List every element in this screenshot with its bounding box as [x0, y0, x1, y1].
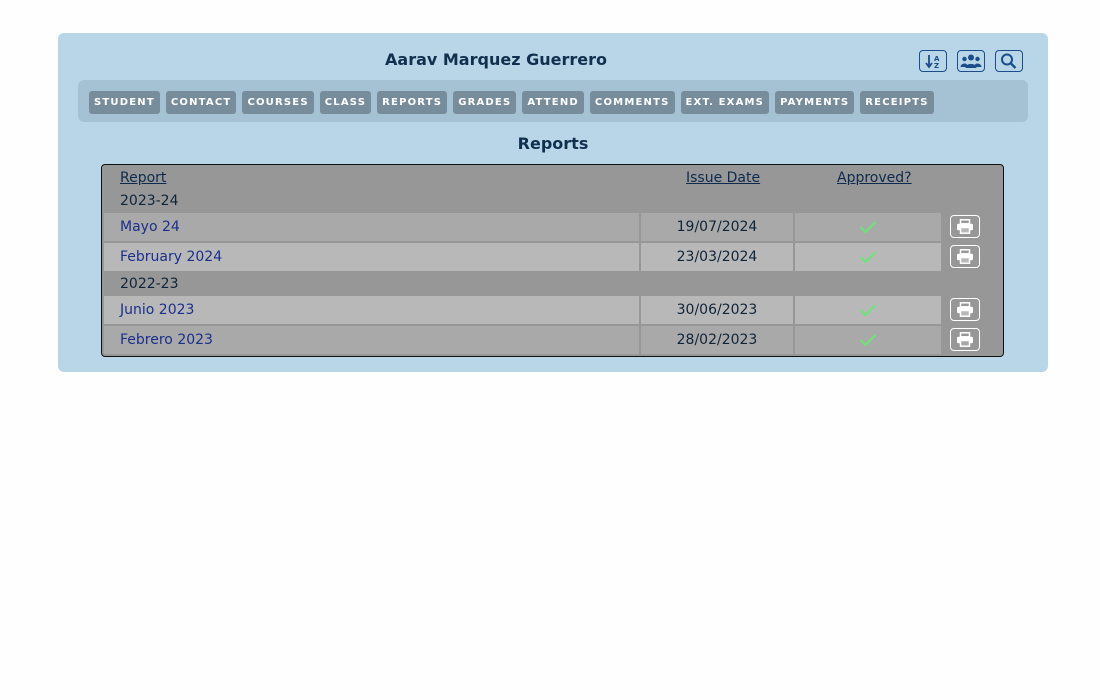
tab-courses[interactable]: COURSES [242, 91, 314, 114]
print-button[interactable] [950, 245, 980, 268]
column-header-approved[interactable]: Approved? [837, 170, 912, 186]
check-icon [859, 221, 877, 234]
approved-cell [795, 243, 941, 271]
table-header: Report Issue Date Approved? [102, 170, 1003, 190]
printer-icon [957, 249, 973, 264]
nav-bar: STUDENT CONTACT COURSES CLASS REPORTS GR… [78, 80, 1028, 122]
header-actions: A Z [919, 50, 1023, 72]
issue-date: 19/07/2024 [641, 213, 793, 241]
group-label: 2022-23 [120, 276, 179, 292]
print-button[interactable] [950, 298, 980, 321]
tab-grades[interactable]: GRADES [453, 91, 517, 114]
printer-icon [957, 302, 973, 317]
report-link[interactable]: February 2024 [104, 243, 639, 271]
check-icon [859, 334, 877, 347]
report-link[interactable]: Febrero 2023 [104, 326, 639, 354]
group-button[interactable] [957, 50, 985, 72]
search-button[interactable] [995, 50, 1023, 72]
issue-date: 28/02/2023 [641, 326, 793, 354]
issue-date: 23/03/2024 [641, 243, 793, 271]
group-label: 2023-24 [120, 193, 179, 209]
print-button[interactable] [950, 215, 980, 238]
check-icon [859, 304, 877, 317]
tab-receipts[interactable]: RECEIPTS [860, 91, 934, 114]
sort-button[interactable]: A Z [919, 50, 947, 72]
check-icon [859, 251, 877, 264]
svg-text:Z: Z [934, 62, 939, 69]
search-icon [1001, 53, 1017, 69]
approved-cell [795, 213, 941, 241]
column-header-report[interactable]: Report [120, 170, 166, 186]
print-button[interactable] [950, 328, 980, 351]
reports-table: Report Issue Date Approved? 2023-24 Mayo… [101, 164, 1004, 357]
group-icon [960, 54, 982, 68]
issue-date: 30/06/2023 [641, 296, 793, 324]
student-panel: Aarav Marquez Guerrero A Z STUDENT CONTA… [58, 33, 1048, 372]
approved-cell [795, 326, 941, 354]
tab-payments[interactable]: PAYMENTS [775, 91, 855, 114]
student-name: Aarav Marquez Guerrero [385, 50, 607, 69]
section-title: Reports [517, 134, 589, 153]
tab-ext-exams[interactable]: EXT. EXAMS [680, 91, 770, 114]
tab-student[interactable]: STUDENT [89, 91, 160, 114]
tab-class[interactable]: CLASS [319, 91, 372, 114]
sort-icon: A Z [925, 55, 940, 69]
nav-tabs: STUDENT CONTACT COURSES CLASS REPORTS GR… [89, 91, 934, 114]
report-link[interactable]: Junio 2023 [104, 296, 639, 324]
approved-cell [795, 296, 941, 324]
report-link[interactable]: Mayo 24 [104, 213, 639, 241]
column-header-issue-date[interactable]: Issue Date [686, 170, 760, 186]
printer-icon [957, 332, 973, 347]
tab-comments[interactable]: COMMENTS [589, 91, 675, 114]
tab-attend[interactable]: ATTEND [522, 91, 584, 114]
tab-contact[interactable]: CONTACT [165, 91, 237, 114]
tab-reports[interactable]: REPORTS [377, 91, 448, 114]
printer-icon [957, 219, 973, 234]
